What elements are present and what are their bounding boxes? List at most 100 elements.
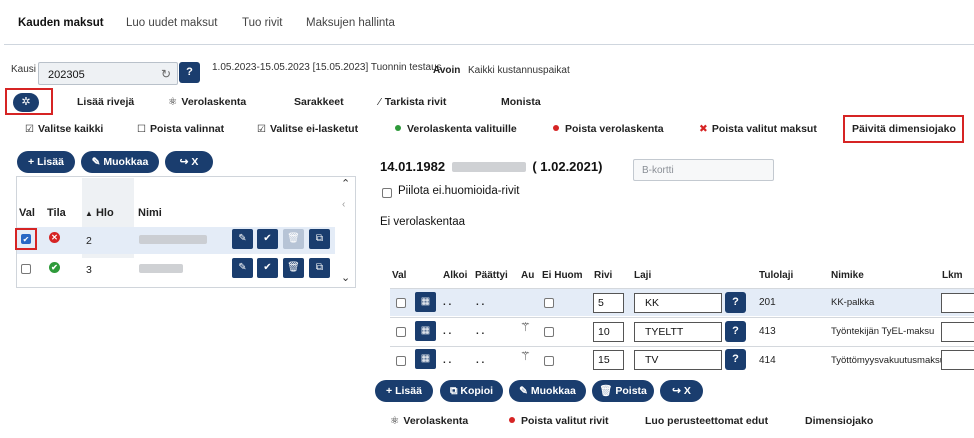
employee-birthdate: 14.01.1982: [380, 159, 446, 174]
trash-icon[interactable]: 🗑: [283, 229, 304, 249]
update-dimension-link[interactable]: Päivitä dimensiojako: [852, 123, 956, 135]
employee-name-redacted: [139, 264, 183, 273]
lkm-input[interactable]: [941, 322, 974, 342]
period-label: Kausi: [11, 64, 37, 75]
select-uncalculated-label: Valitse ei-lasketut: [269, 123, 359, 135]
rivi-input[interactable]: 10: [593, 322, 624, 342]
red-dot-icon: [553, 125, 559, 132]
laji-help-button[interactable]: ?: [725, 292, 746, 313]
ei-huom-checkbox[interactable]: [544, 327, 554, 337]
settings-button[interactable]: ✲: [13, 93, 39, 112]
employee-row-checkbox[interactable]: ✔: [21, 234, 31, 244]
b-card-field[interactable]: B-kortti: [633, 159, 774, 181]
remove-selected-payments-link[interactable]: ✖ Poista valitut maksut: [699, 123, 817, 135]
checkbox-checked-icon: ☑: [257, 124, 266, 135]
check-rows-link[interactable]: ⁄ Tarkista rivit: [379, 96, 446, 108]
copy-row-button[interactable]: ⧉ Kopioi: [440, 380, 503, 402]
add-employee-button[interactable]: + Lisää: [17, 151, 75, 173]
laji-input[interactable]: TV: [634, 350, 722, 370]
hide-rows-label: Piilota ei.huomioida-rivit: [398, 185, 520, 197]
scroll-down-icon[interactable]: ⌄: [341, 271, 350, 284]
open-icon[interactable]: ⧉: [309, 258, 330, 278]
columns-link[interactable]: Sarakkeet: [294, 96, 344, 108]
clear-employee-button[interactable]: ↪ X: [165, 151, 213, 173]
row-tulolaji: 413: [759, 326, 776, 337]
col-tulolaji: Tulolaji: [759, 270, 794, 281]
rivi-input[interactable]: 5: [593, 293, 624, 313]
remove-tax-calc-link[interactable]: Poista verolaskenta: [553, 123, 664, 135]
laji-input[interactable]: KK: [634, 293, 722, 313]
edit-icon[interactable]: ✎: [232, 229, 253, 249]
calendar-icon[interactable]: ▦: [415, 292, 436, 312]
deselect-link[interactable]: ☐ Poista valinnat: [137, 123, 224, 135]
delete-row-button[interactable]: 🗑 Poista: [592, 380, 654, 402]
tab-tuo-rivit[interactable]: Tuo rivit: [242, 17, 282, 29]
check-rows-label: Tarkista rivit: [384, 96, 447, 108]
row-checkbox[interactable]: [396, 356, 406, 366]
clear-row-button[interactable]: ↪ X: [660, 380, 703, 402]
ok-status-icon: ✔: [49, 262, 60, 273]
edit-icon[interactable]: ✎: [232, 258, 253, 278]
edit-employee-button[interactable]: ✎ Muokkaa: [81, 151, 159, 173]
rivi-input[interactable]: 15: [593, 350, 624, 370]
copy-row-label: Kopioi: [460, 385, 494, 397]
pencil-icon: ✎: [91, 156, 101, 168]
select-uncalculated-link[interactable]: ☑ Valitse ei-lasketut: [257, 123, 358, 135]
scroll-up-icon[interactable]: ⌃: [341, 177, 350, 190]
cost-centers: Kaikki kustannuspaikat: [468, 65, 570, 76]
bottom-tax-calc-link[interactable]: ⚛ Verolaskenta: [390, 415, 468, 427]
edit-row-button[interactable]: ✎ Muokkaa: [509, 380, 586, 402]
laji-input[interactable]: TYELTT: [634, 322, 722, 342]
remove-selected-rows-link[interactable]: Poista valitut rivit: [509, 415, 609, 427]
row-nimike: Työttömyysvakuutusmaksu: [831, 355, 946, 366]
open-icon[interactable]: ⧉: [309, 229, 330, 249]
add-rows-link[interactable]: Lisää rivejä: [77, 96, 134, 108]
period-select[interactable]: 202305 ↻: [38, 62, 178, 85]
sort-asc-icon: ▲: [85, 209, 93, 218]
col-tila: Tila: [47, 207, 66, 219]
laji-help-button[interactable]: ?: [725, 349, 746, 370]
employee-start: ( 1.02.2021): [532, 159, 603, 174]
calculator-icon: ⚛: [168, 96, 178, 108]
ei-huom-checkbox[interactable]: [544, 356, 554, 366]
check-icon[interactable]: ✔: [257, 258, 278, 278]
calculator-icon: ⚛: [390, 415, 400, 427]
list-scrollbar[interactable]: ⌃ ‹ ⌄: [337, 177, 355, 287]
refresh-icon[interactable]: ↻: [161, 67, 171, 81]
col-hlo[interactable]: ▲ Hlo: [85, 207, 114, 219]
tab-maksujen-hallinta[interactable]: Maksujen hallinta: [306, 17, 395, 29]
lkm-input[interactable]: [941, 350, 974, 370]
tax-calc-link[interactable]: ⚛ Verolaskenta: [168, 96, 246, 108]
laji-help-button[interactable]: ?: [725, 321, 746, 342]
row-checkbox[interactable]: [396, 327, 406, 337]
row-checkbox[interactable]: [396, 298, 406, 308]
create-unfounded-link[interactable]: Luo perusteettomat edut: [645, 415, 768, 427]
period-help-button[interactable]: ?: [179, 62, 200, 83]
employee-row-checkbox[interactable]: [21, 264, 31, 274]
dimension-link[interactable]: Dimensiojako: [805, 415, 873, 427]
ei-huom-checkbox[interactable]: [544, 298, 554, 308]
remove-tax-calc-label: Poista verolaskenta: [565, 123, 664, 135]
tax-calc-selected-link[interactable]: Verolaskenta valituille: [395, 123, 517, 135]
row-start: . .: [443, 297, 452, 308]
multi-link[interactable]: Monista: [501, 96, 541, 108]
col-alkoi: Alkoi: [443, 270, 468, 281]
hide-rows-checkbox[interactable]: [382, 188, 392, 198]
gear-icon: ✲: [21, 96, 31, 108]
collapse-icon[interactable]: ‹: [342, 199, 345, 210]
select-all-link[interactable]: ☑ Valitse kaikki: [25, 123, 103, 135]
calendar-icon[interactable]: ▦: [415, 349, 436, 369]
col-nimike: Nimike: [831, 270, 864, 281]
arrow-icon: ↪: [672, 385, 681, 397]
add-row-button[interactable]: + Lisää: [375, 380, 433, 402]
tab-luo-uudet-maksut[interactable]: Luo uudet maksut: [126, 17, 217, 29]
check-icon[interactable]: ✔: [257, 229, 278, 249]
row-tulolaji: 414: [759, 355, 776, 366]
calendar-icon[interactable]: ▦: [415, 321, 436, 341]
trash-icon[interactable]: 🗑: [283, 258, 304, 278]
green-dot-icon: [395, 125, 401, 132]
tab-kauden-maksut[interactable]: Kauden maksut: [18, 17, 104, 29]
lkm-input[interactable]: [941, 293, 974, 313]
delete-row-label: Poista: [615, 385, 647, 397]
pencil-icon: ✎: [519, 385, 528, 397]
